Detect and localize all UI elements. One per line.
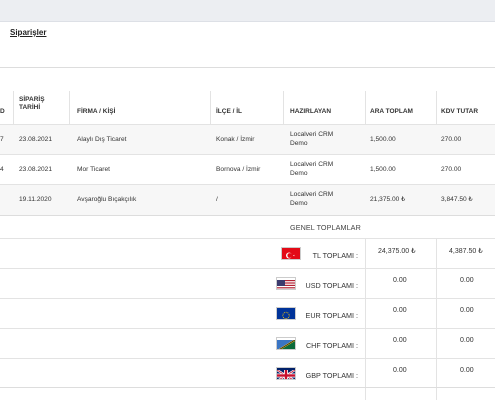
total-row-tl: TL TOPLAMI : 24,375.00 ₺ 4,387.50 ₺: [0, 238, 495, 269]
total-vat-tl: 4,387.50 ₺: [449, 247, 483, 255]
total-vat-eur: 0.00: [460, 307, 474, 314]
total-subtotal-usd: 0.00: [393, 277, 407, 284]
table-row[interactable]: 19.11.2020 Avşaroğlu Bıçakçılık / Localv…: [0, 184, 495, 216]
cell-vat: 3,847.50 ₺: [441, 195, 473, 204]
chf-flag-icon: [276, 337, 296, 350]
cell-date: 23.08.2021: [19, 135, 52, 144]
cell-firm[interactable]: Alaylı Dış Ticaret: [77, 135, 126, 144]
cell-vat: 270.00: [441, 135, 461, 144]
cell-location: Bornova / İzmir: [216, 165, 260, 174]
divider: [0, 67, 495, 68]
total-vat-gbp: 0.00: [460, 367, 474, 374]
col-header-firm[interactable]: FİRMA / KİŞİ: [77, 108, 115, 116]
col-header-location[interactable]: İLÇE / İL: [216, 108, 242, 116]
total-vat-usd: 0.00: [460, 277, 474, 284]
cell-prepared-by: Localveri CRM Demo: [290, 160, 333, 178]
total-row-eur: EUR TOPLAMI : 0.00 0.00: [0, 298, 495, 329]
col-header-vat[interactable]: KDV TUTAR: [441, 108, 478, 116]
gb-flag-icon: [276, 367, 296, 380]
cell-subtotal: 21,375.00 ₺: [370, 195, 405, 204]
total-label-tl: TL TOPLAMI :: [313, 251, 358, 260]
cell-prepared-by: Localveri CRM Demo: [290, 130, 333, 148]
cell-firm[interactable]: Mor Ticaret: [77, 165, 110, 174]
total-row-chf: CHF TOPLAMI : 0.00 0.00: [0, 328, 495, 359]
cell-location: Konak / İzmir: [216, 135, 254, 144]
total-vat-chf: 0.00: [460, 337, 474, 344]
cell-no: 7: [0, 135, 4, 144]
total-row-usd: USD TOPLAMI : 0.00 0.00: [0, 268, 495, 299]
divider: [0, 215, 495, 216]
cell-subtotal: 1,500.00: [370, 165, 396, 174]
cell-no: 4: [0, 165, 4, 174]
top-bar: [0, 0, 495, 22]
total-label-chf: CHF TOPLAMI :: [306, 341, 358, 350]
total-row-gbp: GBP TOPLAMI : 0.00 0.00: [0, 358, 495, 401]
col-header-subtotal[interactable]: ARA TOPLAM: [370, 108, 413, 116]
breadcrumb-orders[interactable]: Siparişler: [10, 28, 46, 37]
cell-firm[interactable]: Avşaroğlu Bıçakçılık: [77, 195, 136, 204]
total-label-eur: EUR TOPLAMI :: [306, 311, 358, 320]
total-subtotal-tl: 24,375.00 ₺: [378, 247, 416, 255]
total-subtotal-chf: 0.00: [393, 337, 407, 344]
cell-prepared-by: Localveri CRM Demo: [290, 190, 333, 208]
eu-flag-icon: [276, 307, 296, 320]
col-header-prepared-by[interactable]: HAZIRLAYAN: [290, 108, 331, 116]
totals-title: GENEL TOPLAMLAR: [290, 223, 361, 232]
total-subtotal-eur: 0.00: [393, 307, 407, 314]
total-label-usd: USD TOPLAMI :: [306, 281, 358, 290]
cell-date: 19.11.2020: [19, 195, 52, 204]
table-row[interactable]: 4 23.08.2021 Mor Ticaret Bornova / İzmir…: [0, 154, 495, 185]
col-header-no[interactable]: D: [0, 108, 5, 116]
cell-vat: 270.00: [441, 165, 461, 174]
cell-subtotal: 1,500.00: [370, 135, 396, 144]
table-row[interactable]: 7 23.08.2021 Alaylı Dış Ticaret Konak / …: [0, 124, 495, 155]
total-subtotal-gbp: 0.00: [393, 367, 407, 374]
cell-location: /: [216, 195, 218, 204]
total-label-gbp: GBP TOPLAMI :: [306, 371, 358, 380]
tr-flag-icon: [281, 247, 301, 260]
divider: [0, 387, 495, 388]
col-header-date[interactable]: SİPARİŞ TARİHİ: [19, 96, 45, 112]
cell-date: 23.08.2021: [19, 165, 52, 174]
us-flag-icon: [276, 277, 296, 290]
